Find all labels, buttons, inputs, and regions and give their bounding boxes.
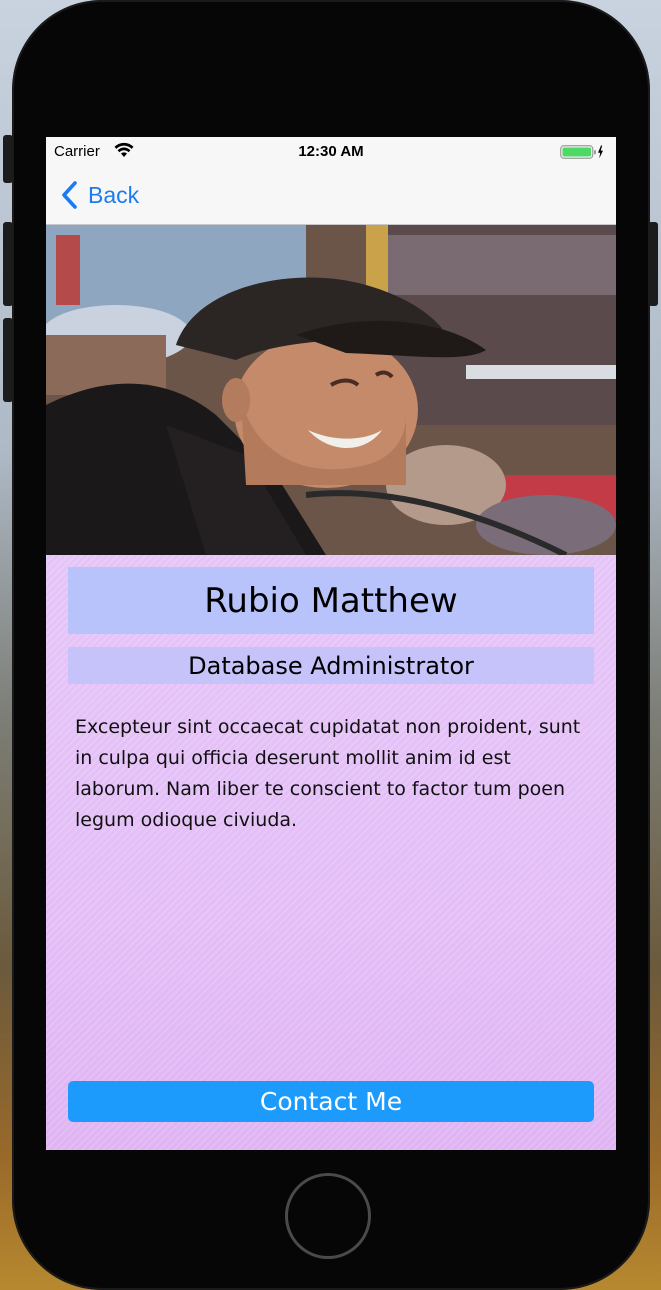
volume-up-button: [3, 222, 13, 306]
power-button: [648, 222, 658, 306]
profile-job-title: Database Administrator: [68, 647, 594, 684]
back-button[interactable]: Back: [60, 179, 139, 211]
profile-bio: Excepteur sint occaecat cupidatat non pr…: [75, 716, 581, 831]
navigation-bar: Back: [46, 167, 616, 225]
battery-charging-icon: [560, 145, 603, 159]
profile-photo-illustration: [46, 225, 616, 555]
mute-switch: [3, 135, 13, 183]
clock: 12:30 AM: [298, 143, 364, 160]
profile-name: Rubio Matthew: [68, 567, 594, 634]
contact-me-button[interactable]: Contact Me: [68, 1081, 594, 1122]
back-button-label: Back: [88, 181, 140, 208]
chevron-left-icon: [62, 181, 77, 209]
phone-screen: Carrier 12:30 AM Back Rubio Matthew Data…: [46, 137, 616, 1150]
volume-down-button: [3, 318, 13, 402]
profile-content: Rubio Matthew Database Administrator Exc…: [46, 555, 616, 1150]
home-button[interactable]: [285, 1173, 371, 1259]
profile-photo: [46, 225, 616, 555]
status-bar: Carrier 12:30 AM: [46, 137, 616, 167]
